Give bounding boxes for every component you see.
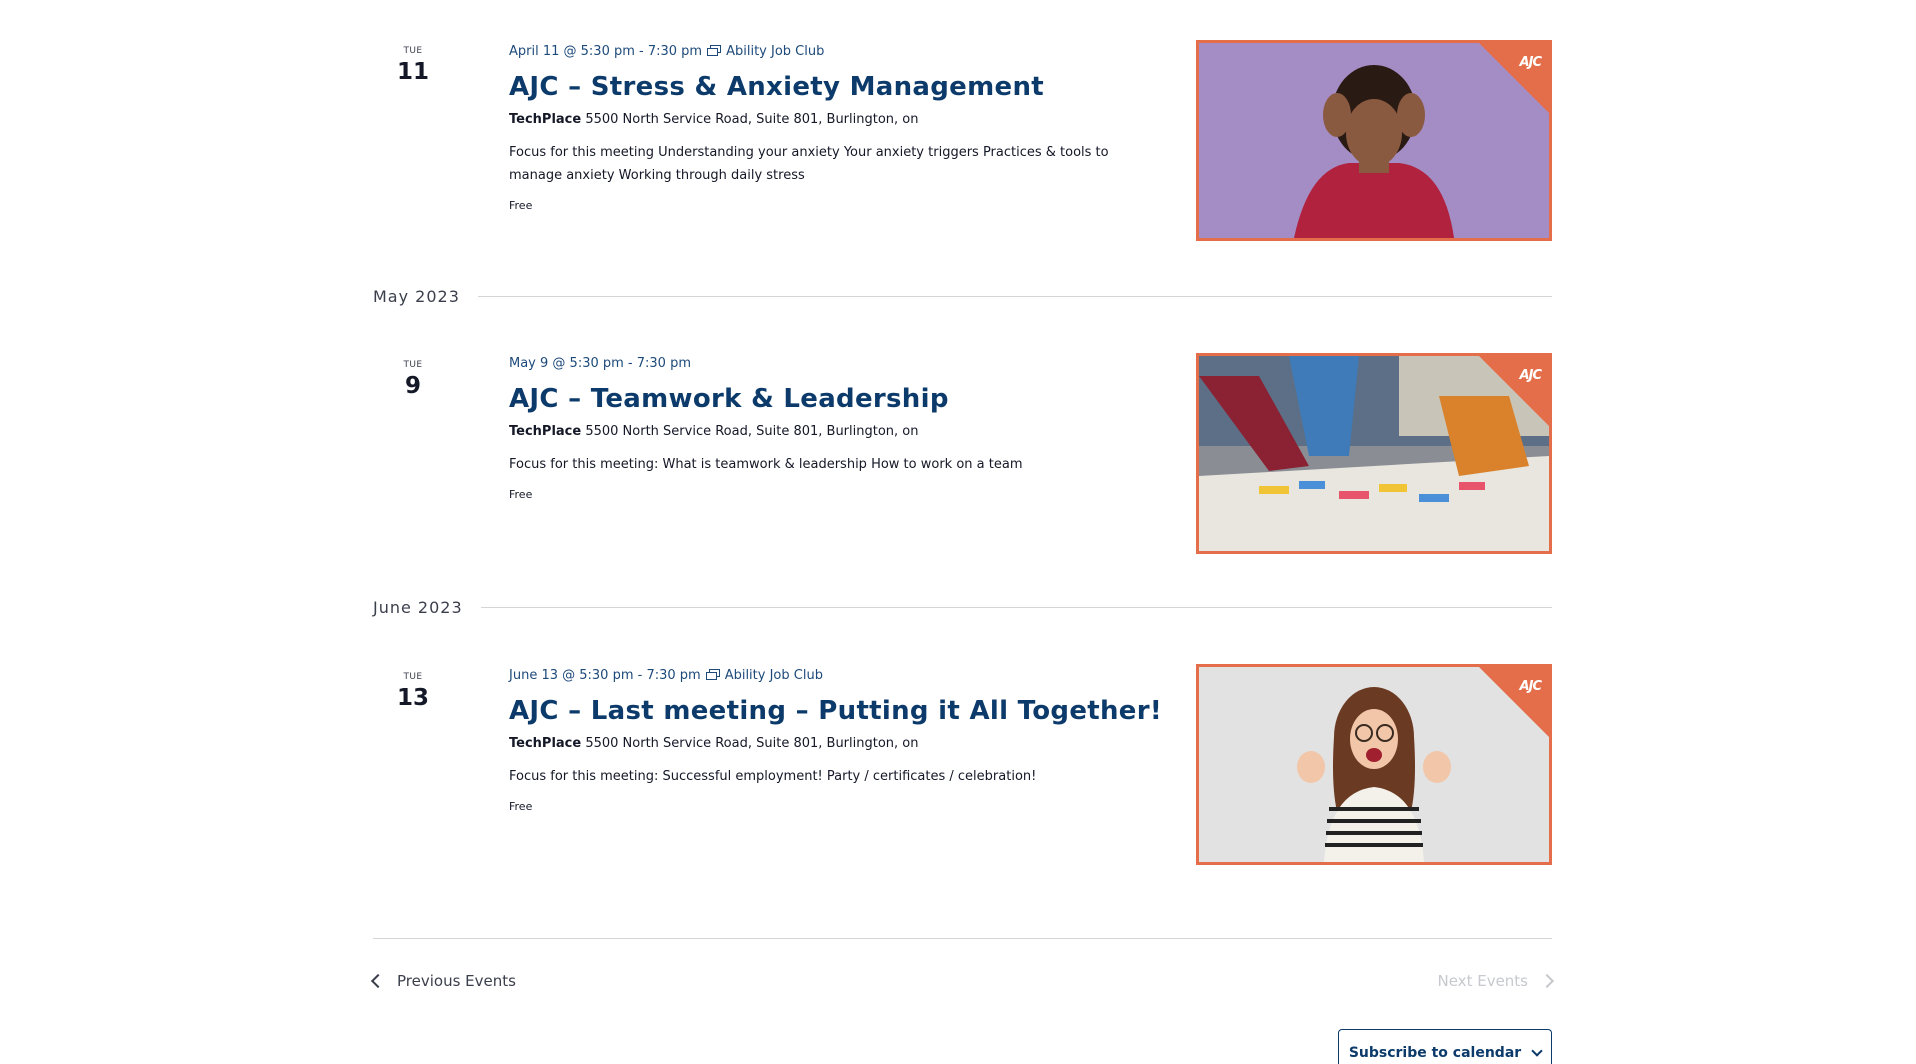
event-datetime: June 13 @ 5:30 pm - 7:30 pm Ability Job … — [509, 666, 1149, 684]
event-weekday: TUE — [403, 360, 423, 370]
events-pagination: Previous Events Next Events — [370, 972, 1555, 990]
event-title-link[interactable]: AJC – Teamwork & Leadership — [509, 384, 949, 414]
recurring-icon — [707, 45, 722, 57]
event-datetime: May 9 @ 5:30 pm - 7:30 pm — [509, 354, 1149, 372]
chevron-left-icon — [370, 973, 386, 989]
event-image-teamwork[interactable]: AJC — [1196, 353, 1552, 554]
ajc-logo: AJC — [1519, 679, 1542, 694]
event-image-celebration[interactable]: AJC — [1196, 664, 1552, 865]
previous-events-link[interactable]: Previous Events — [370, 972, 516, 990]
event-row: TUE 13 June 13 @ 5:30 pm - 7:30 pm Abili… — [373, 624, 1552, 865]
event-venue: TechPlace 5500 North Service Road, Suite… — [509, 112, 1149, 127]
subscribe-to-calendar-button[interactable]: Subscribe to calendar — [1338, 1029, 1552, 1064]
event-date-tag: TUE 9 — [373, 360, 453, 399]
venue-name: TechPlace — [509, 424, 582, 439]
event-image-stress[interactable]: AJC — [1196, 40, 1552, 241]
event-description: Focus for this meeting: Successful emplo… — [509, 769, 1037, 784]
next-events-label: Next Events — [1437, 972, 1529, 990]
month-label: June 2023 — [373, 598, 463, 617]
event-day: 13 — [396, 685, 429, 711]
event-title-link[interactable]: AJC – Stress & Anxiety Management — [509, 72, 1044, 102]
venue-address: 5500 North Service Road, Suite 801, Burl… — [585, 112, 919, 127]
event-datetime-text: May 9 @ 5:30 pm - 7:30 pm — [509, 355, 691, 371]
event-weekday: TUE — [403, 46, 423, 56]
event-weekday: TUE — [403, 672, 423, 682]
event-datetime-text: April 11 @ 5:30 pm - 7:30 pm — [509, 43, 703, 59]
event-details: May 9 @ 5:30 pm - 7:30 pm AJC – Teamwork… — [509, 354, 1149, 502]
event-cost: Free — [509, 199, 533, 212]
ajc-logo: AJC — [1519, 368, 1542, 383]
logo-corner — [1479, 43, 1549, 113]
event-date-tag: TUE 13 — [373, 672, 453, 711]
event-venue: TechPlace 5500 North Service Road, Suite… — [509, 736, 1149, 751]
next-events-link: Next Events — [1437, 972, 1555, 990]
event-description: Focus for this meeting Understanding you… — [509, 145, 1109, 183]
event-details: June 13 @ 5:30 pm - 7:30 pm Ability Job … — [509, 666, 1162, 814]
event-row: TUE 9 May 9 @ 5:30 pm - 7:30 pm AJC – Te… — [373, 312, 1552, 554]
recurring-icon — [705, 669, 720, 681]
event-series-link[interactable]: Ability Job Club — [725, 668, 823, 683]
event-cost: Free — [509, 488, 533, 501]
month-separator: May 2023 — [373, 287, 1552, 306]
event-day: 11 — [396, 59, 429, 85]
ajc-logo: AJC — [1519, 55, 1542, 70]
month-divider-line — [477, 296, 1552, 297]
event-description: Focus for this meeting: What is teamwork… — [509, 457, 1023, 472]
month-separator: June 2023 — [373, 598, 1552, 617]
logo-corner — [1479, 667, 1549, 737]
event-date-tag: TUE 11 — [373, 46, 453, 85]
event-title-link[interactable]: AJC – Last meeting – Putting it All Toge… — [509, 696, 1162, 726]
event-cost: Free — [509, 800, 533, 813]
venue-name: TechPlace — [509, 112, 582, 127]
event-day: 9 — [404, 373, 421, 399]
venue-address: 5500 North Service Road, Suite 801, Burl… — [585, 736, 919, 751]
previous-events-label: Previous Events — [397, 972, 516, 990]
events-list-page: TUE 11 April 11 @ 5:30 pm - 7:30 pm Abil… — [0, 0, 1916, 1064]
event-datetime: April 11 @ 5:30 pm - 7:30 pm Ability Job… — [509, 42, 1149, 60]
venue-address: 5500 North Service Road, Suite 801, Burl… — [585, 424, 919, 439]
month-divider-line — [480, 607, 1552, 608]
event-datetime-text: June 13 @ 5:30 pm - 7:30 pm — [509, 667, 701, 683]
event-details: April 11 @ 5:30 pm - 7:30 pm Ability Job… — [509, 42, 1149, 213]
chevron-down-icon — [1531, 1044, 1543, 1057]
event-venue: TechPlace 5500 North Service Road, Suite… — [509, 424, 1149, 439]
list-bottom-divider — [373, 938, 1552, 939]
chevron-right-icon — [1539, 973, 1555, 989]
venue-name: TechPlace — [509, 736, 582, 751]
event-row: TUE 11 April 11 @ 5:30 pm - 7:30 pm Abil… — [373, 0, 1552, 241]
subscribe-label: Subscribe to calendar — [1348, 1044, 1522, 1061]
month-label: May 2023 — [373, 287, 460, 306]
event-series-link[interactable]: Ability Job Club — [726, 44, 824, 59]
logo-corner — [1479, 356, 1549, 426]
